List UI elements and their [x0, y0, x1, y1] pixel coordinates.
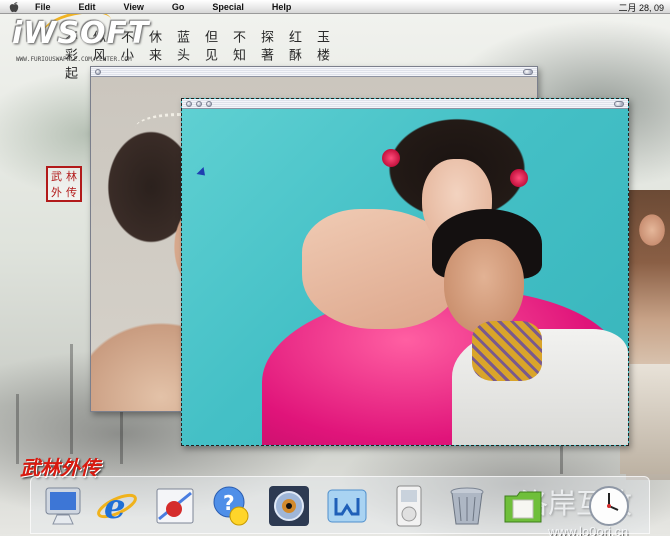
photo-window-front[interactable]	[181, 98, 629, 446]
menu-help[interactable]: Help	[272, 2, 292, 12]
iwsoft-logo: iWSOFT WWW.FURIOUSWAPPLE.COM/CENTER.COM	[8, 5, 158, 64]
clock-icon[interactable]	[585, 481, 633, 531]
internet-explorer-icon[interactable]: e	[93, 481, 141, 531]
menu-special[interactable]: Special	[212, 2, 244, 12]
menu-edit[interactable]: Edit	[79, 2, 96, 12]
seal-character: 外	[51, 185, 62, 199]
quicktime-icon[interactable]	[265, 481, 313, 531]
logo-subtext: WWW.FURIOUSWAPPLE.COM/CENTER.COM	[16, 56, 132, 63]
minimize-button[interactable]	[196, 101, 202, 107]
seal-character: 武	[51, 169, 62, 183]
apple-menu-icon[interactable]	[7, 1, 21, 13]
menu-go[interactable]: Go	[172, 2, 185, 12]
collapse-button[interactable]	[614, 101, 624, 107]
seal-character: 传	[66, 185, 77, 199]
red-seal-stamp: 武林外传	[46, 166, 82, 202]
zoom-button[interactable]	[206, 101, 212, 107]
svg-text:e: e	[104, 487, 126, 527]
seal-character: 林	[66, 169, 77, 183]
mail-icon[interactable]	[151, 481, 199, 531]
logo-text: iWSOFT	[12, 16, 150, 51]
trash-icon[interactable]	[443, 481, 491, 531]
collapse-button[interactable]	[523, 69, 533, 75]
hair-flower	[382, 149, 400, 167]
close-button[interactable]	[95, 69, 101, 75]
documents-folder-icon[interactable]	[499, 481, 547, 531]
menu-file[interactable]: File	[35, 2, 51, 12]
photo-figure	[444, 239, 524, 334]
couple-photo	[182, 109, 628, 445]
finder-monitor-icon[interactable]	[39, 481, 87, 531]
wallpaper-streak	[16, 394, 19, 464]
menu-bar: File Edit View Go Special Help 二月 28, 09	[0, 0, 670, 14]
window-titlebar[interactable]	[91, 67, 537, 77]
scarf	[472, 321, 542, 381]
window-titlebar[interactable]	[182, 99, 628, 109]
ipod-icon[interactable]	[385, 481, 433, 531]
wallpaper-streak	[70, 344, 73, 454]
close-button[interactable]	[186, 101, 192, 107]
menu-view[interactable]: View	[124, 2, 144, 12]
menubar-clock[interactable]: 二月 28, 09	[618, 1, 664, 14]
sherlock-help-icon[interactable]: ?	[207, 481, 255, 531]
hair-flower	[510, 169, 528, 187]
applications-icon[interactable]	[323, 481, 371, 531]
dock: e ?	[30, 476, 650, 534]
